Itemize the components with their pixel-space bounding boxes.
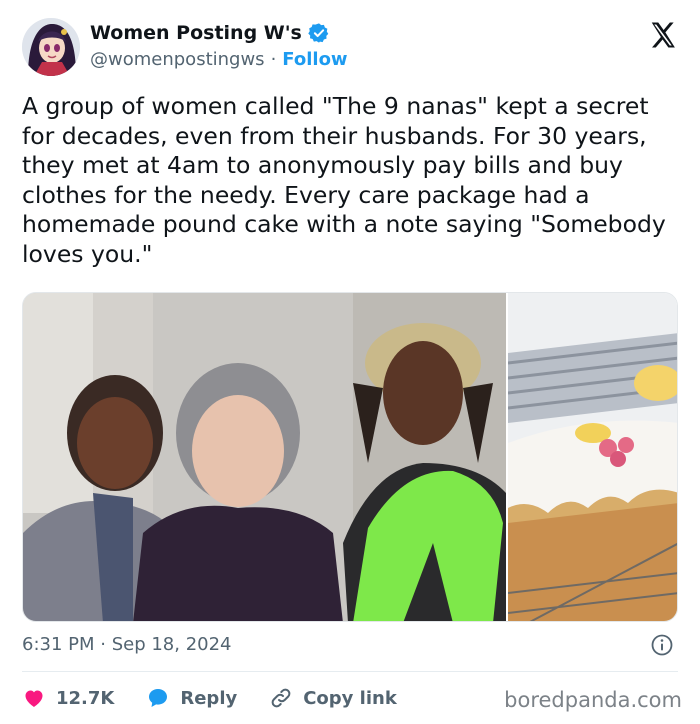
handle[interactable]: @womenpostingws: [90, 49, 265, 70]
tweet-timestamp[interactable]: 6:31 PM · Sep 18, 2024: [22, 634, 232, 655]
x-logo-icon[interactable]: [648, 20, 678, 50]
tweet-actions: 12.7K Reply Copy link: [22, 684, 429, 712]
avatar[interactable]: [22, 18, 80, 76]
handle-separator: ·: [270, 49, 277, 70]
copy-link-label: Copy link: [303, 687, 397, 709]
photo-three-women[interactable]: [23, 293, 506, 622]
display-name[interactable]: Women Posting W's: [90, 22, 302, 44]
verified-badge-icon: [308, 23, 329, 43]
like-count: 12.7K: [56, 687, 115, 709]
follow-button[interactable]: Follow: [282, 49, 347, 70]
boredpanda-watermark: boredpanda.com: [504, 688, 682, 712]
speech-bubble-icon: [149, 689, 168, 707]
divider: [22, 671, 678, 672]
tweet-media[interactable]: [22, 292, 678, 622]
reply-label: Reply: [180, 687, 238, 709]
info-icon[interactable]: [650, 633, 674, 657]
avatar-illustration: [22, 18, 80, 76]
like-button[interactable]: 12.7K: [22, 686, 114, 710]
reply-button[interactable]: Reply: [146, 686, 237, 710]
tweet-header: Women Posting W's @womenpostingws · Foll…: [22, 18, 682, 80]
copy-link-button[interactable]: Copy link: [269, 686, 397, 710]
link-icon: [271, 688, 291, 708]
tweet-body-text: A group of women called "The 9 nanas" ke…: [22, 92, 674, 268]
heart-icon: [25, 690, 43, 707]
photo-pound-cake[interactable]: [508, 293, 678, 622]
